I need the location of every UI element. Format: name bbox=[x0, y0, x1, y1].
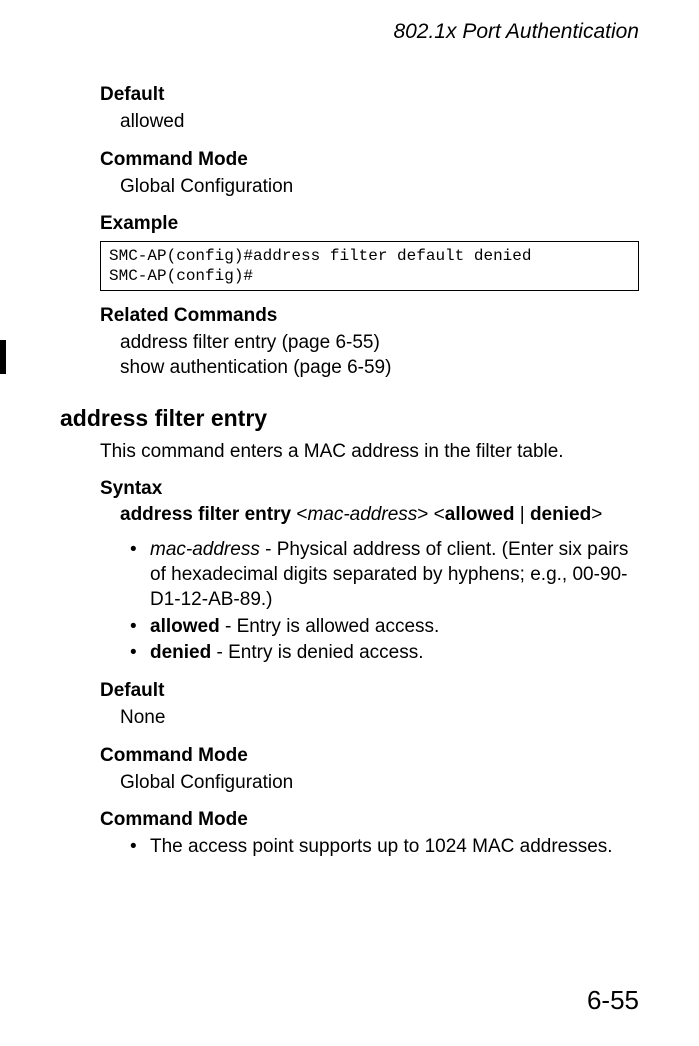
command-title: address filter entry bbox=[60, 405, 639, 432]
command-mode-value: Global Configuration bbox=[120, 175, 639, 200]
example-code-block: SMC-AP(config)#address filter default de… bbox=[100, 241, 639, 291]
tab-marker bbox=[0, 340, 6, 374]
syntax-line: address filter entry <mac-address> <allo… bbox=[120, 504, 639, 526]
notes-bullets: The access point supports up to 1024 MAC… bbox=[130, 835, 639, 860]
syntax-gt1: > < bbox=[417, 504, 444, 525]
page: 802.1x Port Authentication Default allow… bbox=[0, 0, 699, 1046]
bullet-denied-bold: denied bbox=[150, 642, 211, 663]
syntax-opt1: allowed bbox=[445, 504, 515, 525]
syntax-pipe: | bbox=[514, 504, 530, 525]
note-1: The access point supports up to 1024 MAC… bbox=[130, 835, 639, 860]
command-mode-heading: Command Mode bbox=[100, 149, 639, 171]
bullet-allowed: allowed - Entry is allowed access. bbox=[130, 615, 639, 640]
command-mode-heading-3: Command Mode bbox=[100, 809, 639, 831]
related-commands-heading: Related Commands bbox=[100, 305, 639, 327]
default-heading: Default bbox=[100, 84, 639, 106]
syntax-heading: Syntax bbox=[100, 478, 639, 500]
syntax-arg: mac-address bbox=[307, 504, 417, 525]
bullet-denied-text: - Entry is denied access. bbox=[211, 642, 423, 663]
bullet-denied: denied - Entry is denied access. bbox=[130, 641, 639, 666]
default-heading-2: Default bbox=[100, 680, 639, 702]
syntax-lt1: < bbox=[291, 504, 307, 525]
syntax-bullets: mac-address - Physical address of client… bbox=[130, 538, 639, 665]
bullet-allowed-text: - Entry is allowed access. bbox=[220, 616, 440, 637]
related-command-2: show authentication (page 6-59) bbox=[120, 356, 639, 381]
page-number: 6-55 bbox=[587, 985, 639, 1016]
default-value: allowed bbox=[120, 110, 639, 135]
syntax-opt2: denied bbox=[530, 504, 591, 525]
example-heading: Example bbox=[100, 213, 639, 235]
related-command-1: address filter entry (page 6-55) bbox=[120, 331, 639, 356]
command-intro: This command enters a MAC address in the… bbox=[100, 440, 639, 465]
bullet-mac-italic: mac-address bbox=[150, 539, 260, 560]
bullet-mac-address: mac-address - Physical address of client… bbox=[130, 538, 639, 612]
command-mode-heading-2: Command Mode bbox=[100, 745, 639, 767]
syntax-cmd: address filter entry bbox=[120, 504, 291, 525]
command-mode-value-2: Global Configuration bbox=[120, 771, 639, 796]
default-value-2: None bbox=[120, 706, 639, 731]
running-header: 802.1x Port Authentication bbox=[60, 20, 639, 44]
syntax-gt2: > bbox=[591, 504, 602, 525]
bullet-allowed-bold: allowed bbox=[150, 616, 220, 637]
